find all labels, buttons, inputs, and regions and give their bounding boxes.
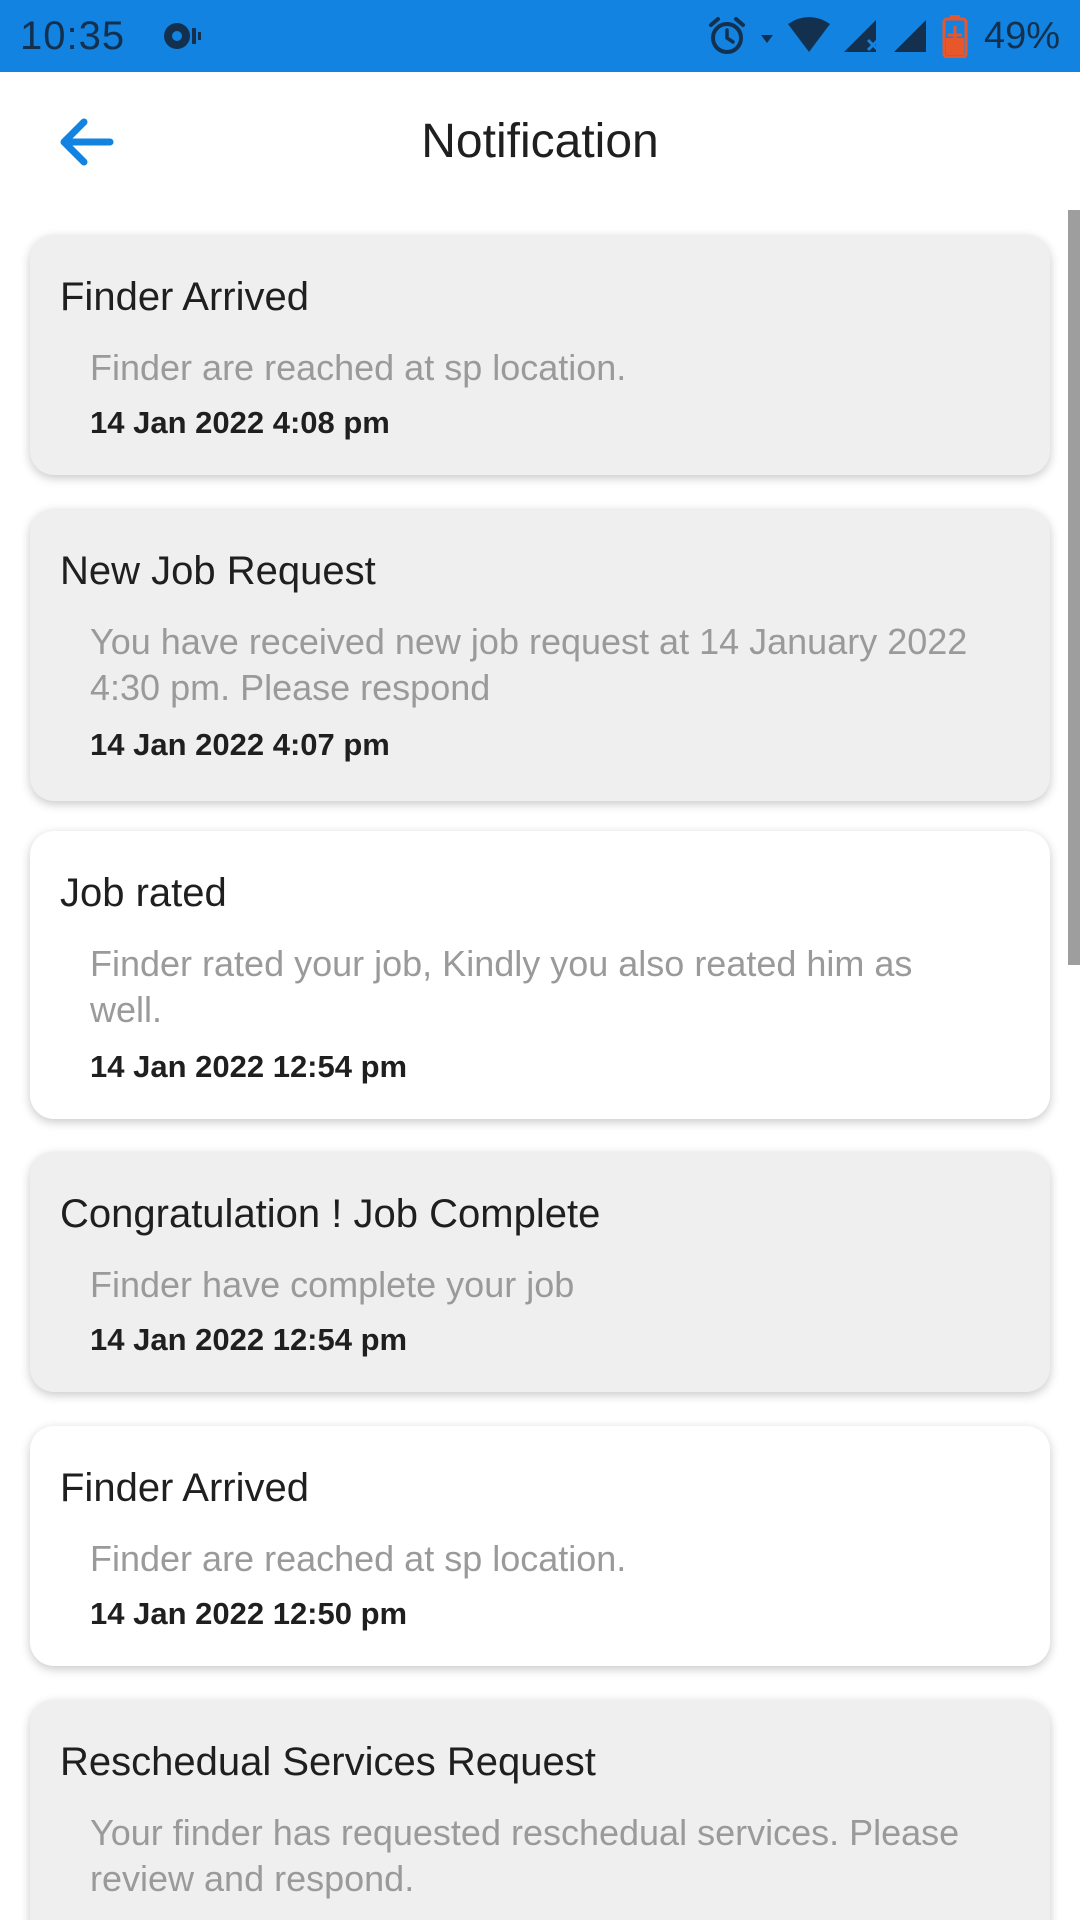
- status-bar: 10:35 49%: [0, 0, 1080, 72]
- notification-title: Finder Arrived: [60, 275, 309, 319]
- page-title: Notification: [421, 115, 659, 168]
- notification-message: Finder are reached at sp location.: [90, 347, 627, 388]
- wifi-icon: [786, 16, 832, 56]
- notification-title: New Job Request: [60, 549, 376, 593]
- notification-title: Finder Arrived: [60, 1466, 309, 1510]
- notification-message: Finder are reached at sp location.: [90, 1538, 627, 1579]
- notification-message: Finder have complete your job: [90, 1264, 575, 1305]
- notification-list[interactable]: Finder Arrived Finder are reached at sp …: [0, 210, 1080, 1920]
- battery-percent: 49%: [983, 14, 1060, 57]
- notification-message: You have received new job request at 14 …: [90, 621, 968, 708]
- scrollbar[interactable]: [1068, 210, 1080, 965]
- notification-time: 14 Jan 2022 12:54 pm: [90, 1049, 408, 1084]
- notification-title: Job rated: [60, 871, 227, 915]
- notification-time: 14 Jan 2022 12:50 pm: [90, 1596, 408, 1631]
- signal-icon: [892, 16, 932, 56]
- notification-time: 14 Jan 2022 4:07 pm: [90, 727, 390, 762]
- notification-message: Finder rated your job, Kindly you also r…: [90, 943, 913, 1030]
- notification-time: 14 Jan 2022 12:54 pm: [90, 1322, 408, 1357]
- notification-card[interactable]: New Job Request You have received new jo…: [30, 509, 1050, 801]
- alarm-icon: [706, 15, 748, 57]
- notification-title: Reschedual Services Request: [60, 1740, 596, 1784]
- notification-card[interactable]: Reschedual Services Request Your finder …: [30, 1700, 1050, 1920]
- sync-icon: [159, 18, 203, 54]
- status-time: 10:35: [20, 13, 126, 58]
- notification-card[interactable]: Congratulation ! Job Complete Finder hav…: [30, 1152, 1050, 1392]
- notification-card[interactable]: Finder Arrived Finder are reached at sp …: [30, 1426, 1050, 1666]
- status-icons: 49%: [706, 14, 1060, 58]
- data-arrow-icon: [758, 15, 776, 57]
- notification-card[interactable]: Finder Arrived Finder are reached at sp …: [30, 235, 1050, 475]
- notification-card[interactable]: Job rated Finder rated your job, Kindly …: [30, 831, 1050, 1119]
- app-bar: Notification: [0, 72, 1080, 210]
- notification-message: Your finder has requested reschedual ser…: [90, 1812, 960, 1899]
- notification-time: 14 Jan 2022 4:08 pm: [90, 405, 390, 440]
- notification-title: Congratulation ! Job Complete: [60, 1192, 601, 1236]
- signal-icon: [842, 16, 882, 56]
- battery-charging-icon: [942, 14, 968, 58]
